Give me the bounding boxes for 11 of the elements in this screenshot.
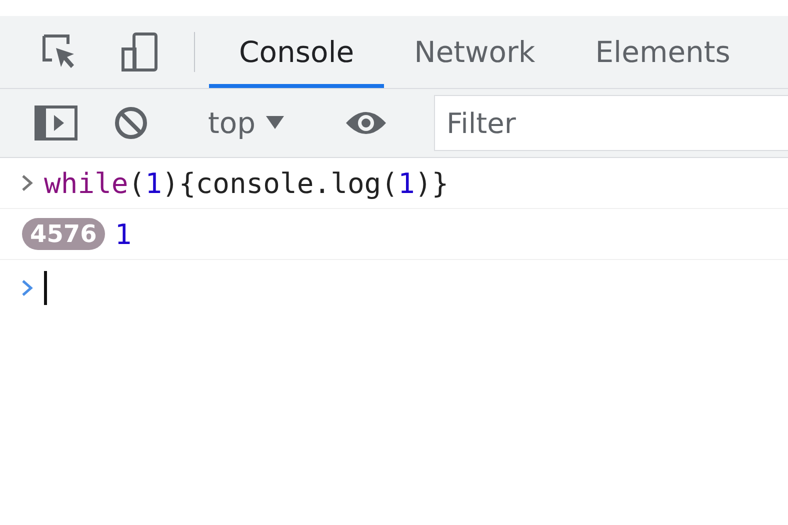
code-line: while(1){console.log(1)} xyxy=(44,166,449,200)
tab[interactable]: Elements xyxy=(565,16,760,88)
log-output: 1 xyxy=(114,218,132,250)
context-dropdown[interactable]: top xyxy=(194,98,298,148)
chevron-icon xyxy=(20,173,34,193)
caret-icon xyxy=(266,116,284,130)
filter-field[interactable]: Filter xyxy=(434,95,788,151)
repeat-count: 4576 xyxy=(22,218,105,250)
prompt-icon xyxy=(20,278,34,298)
tab[interactable]: Network xyxy=(384,16,566,88)
text-cursor xyxy=(44,271,47,305)
